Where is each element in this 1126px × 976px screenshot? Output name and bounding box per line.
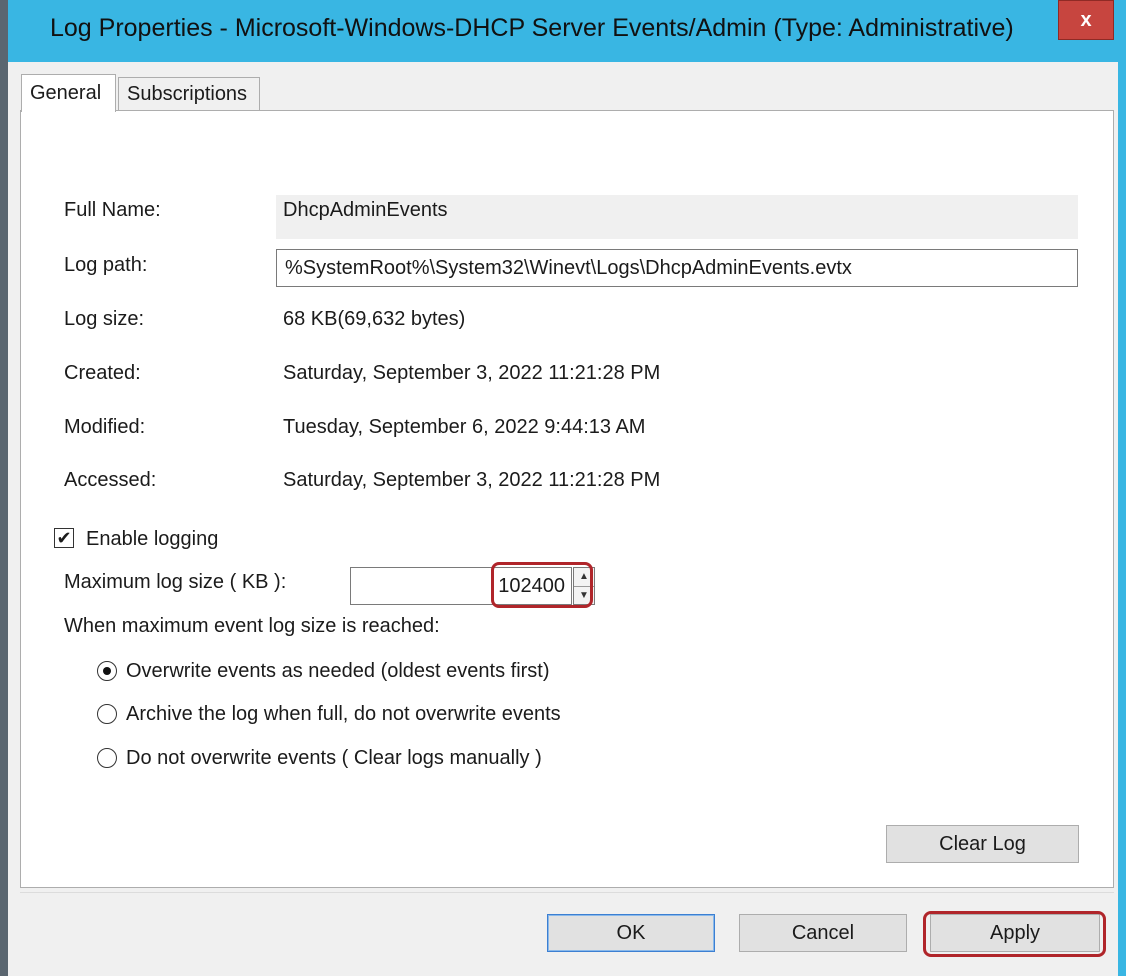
window-title: Log Properties - Microsoft-Windows-DHCP … bbox=[50, 14, 1014, 42]
log-path-label: Log path: bbox=[64, 254, 148, 276]
full-name-value: DhcpAdminEvents bbox=[283, 199, 448, 221]
tab-general-label: General bbox=[30, 82, 102, 104]
footer-divider bbox=[20, 892, 1114, 893]
highlight-max-size-annotation bbox=[491, 562, 593, 608]
clear-log-button[interactable]: Clear Log bbox=[886, 825, 1079, 863]
modified-label: Modified: bbox=[64, 416, 146, 438]
modified-value: Tuesday, September 6, 2022 9:44:13 AM bbox=[283, 416, 646, 438]
title-bar[interactable]: Log Properties - Microsoft-Windows-DHCP … bbox=[8, 0, 1118, 62]
created-value: Saturday, September 3, 2022 11:21:28 PM bbox=[283, 362, 661, 384]
tab-subscriptions-label: Subscriptions bbox=[127, 82, 248, 105]
checkmark-icon: ✔ bbox=[56, 528, 72, 548]
radio-archive-when-full[interactable] bbox=[97, 704, 117, 724]
close-icon: x bbox=[1080, 8, 1092, 31]
max-log-size-label: Maximum log size ( KB ): bbox=[64, 571, 287, 593]
log-path-value: %SystemRoot%\System32\Winevt\Logs\DhcpAd… bbox=[285, 257, 852, 279]
ok-button[interactable]: OK bbox=[547, 914, 715, 952]
tab-subscriptions[interactable]: Subscriptions bbox=[118, 77, 260, 111]
radio-overwrite-as-needed[interactable] bbox=[97, 661, 117, 681]
general-tab-panel: Full Name: DhcpAdminEvents Log path: %Sy… bbox=[20, 110, 1114, 888]
created-label: Created: bbox=[64, 362, 141, 384]
dialog-window: Log Properties - Microsoft-Windows-DHCP … bbox=[0, 0, 1126, 976]
radio-do-not-overwrite[interactable] bbox=[97, 748, 117, 768]
close-button[interactable]: x bbox=[1058, 0, 1114, 40]
cancel-button[interactable]: Cancel bbox=[739, 914, 907, 952]
radio-overwrite-as-needed-label[interactable]: Overwrite events as needed (oldest event… bbox=[126, 660, 550, 683]
dialog-client-area: General Subscriptions Full Name: DhcpAdm… bbox=[8, 62, 1118, 976]
accessed-label: Accessed: bbox=[64, 469, 157, 491]
full-name-label: Full Name: bbox=[64, 199, 161, 221]
enable-logging-label[interactable]: Enable logging bbox=[86, 528, 218, 551]
enable-logging-checkbox[interactable]: ✔ bbox=[54, 528, 74, 548]
radio-archive-when-full-label[interactable]: Archive the log when full, do not overwr… bbox=[126, 703, 561, 726]
log-path-field[interactable]: %SystemRoot%\System32\Winevt\Logs\DhcpAd… bbox=[276, 249, 1078, 287]
accessed-value: Saturday, September 3, 2022 11:21:28 PM bbox=[283, 469, 661, 491]
when-reached-label: When maximum event log size is reached: bbox=[64, 615, 440, 637]
highlight-apply-annotation bbox=[923, 911, 1106, 957]
tab-general[interactable]: General bbox=[21, 74, 116, 112]
background-window-edge bbox=[0, 0, 8, 976]
radio-do-not-overwrite-label[interactable]: Do not overwrite events ( Clear logs man… bbox=[126, 747, 542, 770]
log-size-value: 68 KB(69,632 bytes) bbox=[283, 308, 466, 330]
log-size-label: Log size: bbox=[64, 308, 145, 330]
